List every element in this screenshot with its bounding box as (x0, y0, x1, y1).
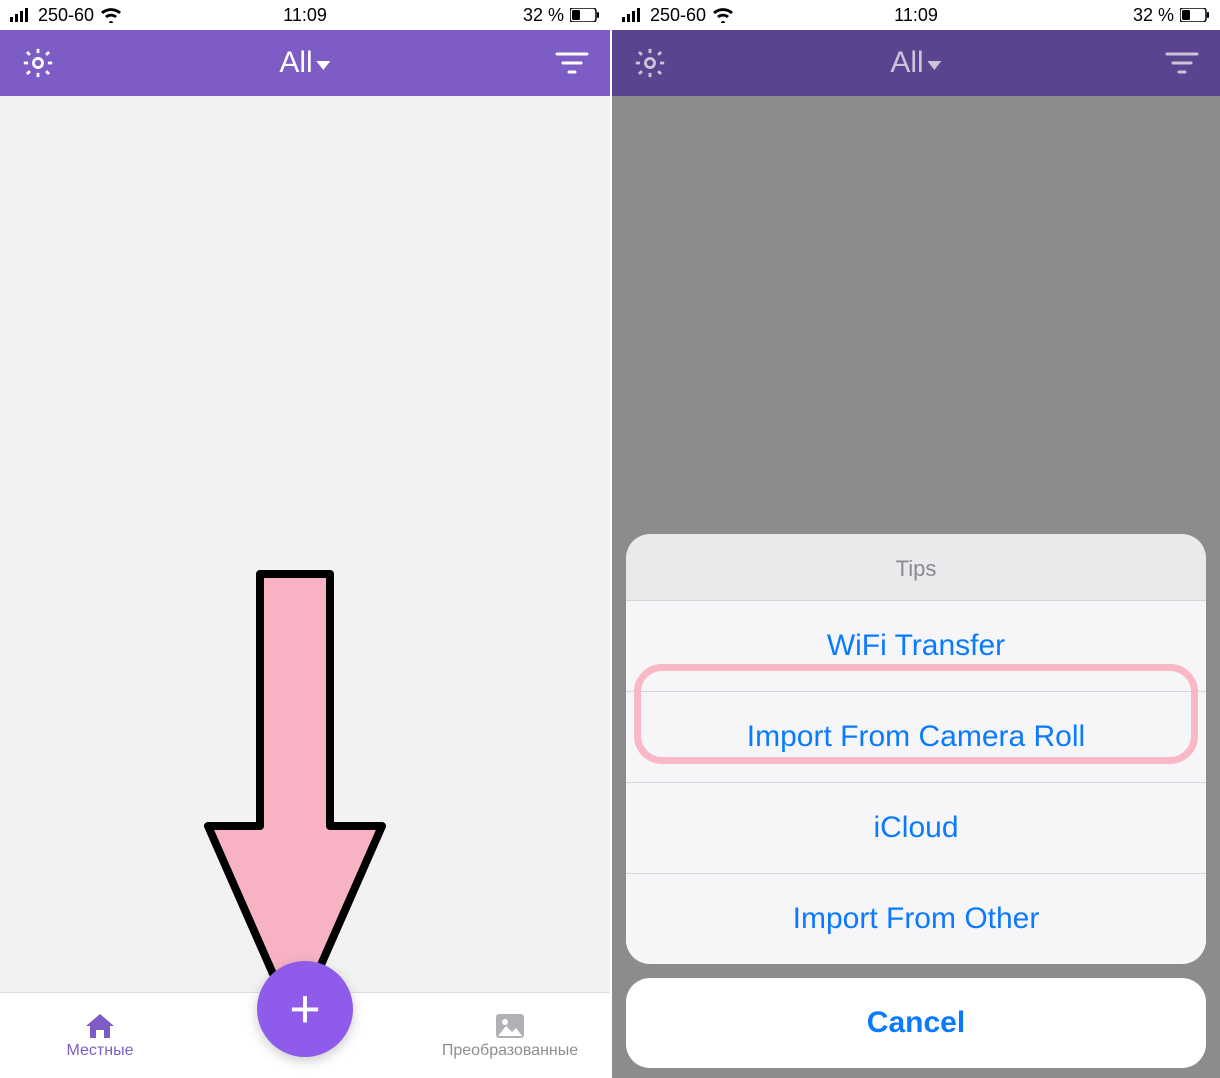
filter-button[interactable] (1162, 43, 1202, 83)
nav-bar: All (612, 30, 1220, 96)
battery-icon (1180, 8, 1210, 22)
tab-local[interactable]: Местные (30, 1012, 170, 1060)
carrier-label: 250-60 (650, 5, 706, 26)
content-empty (0, 96, 610, 992)
nav-title-label: All (279, 46, 312, 80)
settings-button[interactable] (630, 43, 670, 83)
status-left: 250-60 (10, 5, 122, 26)
sheet-item-import-camera-roll[interactable]: Import From Camera Roll (626, 691, 1206, 782)
plus-icon: + (289, 982, 321, 1036)
screen-left: 250-60 11:09 32 % All (0, 0, 610, 1078)
sheet-title: Tips (626, 534, 1206, 600)
action-sheet: Tips WiFi Transfer Import From Camera Ro… (626, 534, 1206, 1068)
nav-title-dropdown[interactable]: All (890, 46, 941, 80)
image-icon (494, 1012, 526, 1040)
tab-converted-label: Преобразованные (442, 1042, 578, 1060)
home-icon (84, 1012, 116, 1040)
status-bar: 250-60 11:09 32 % (0, 0, 610, 30)
carrier-label: 250-60 (38, 5, 94, 26)
filter-button[interactable] (552, 43, 592, 83)
wifi-icon (100, 7, 122, 23)
chevron-down-icon (317, 61, 331, 70)
sheet-item-import-other[interactable]: Import From Other (626, 873, 1206, 964)
tab-bar: Местные + Преобразованные (0, 992, 610, 1078)
add-button[interactable]: + (257, 961, 353, 1057)
tab-local-label: Местные (67, 1042, 134, 1060)
status-right: 32 % (523, 5, 600, 26)
battery-icon (570, 8, 600, 22)
clock: 11:09 (894, 5, 938, 26)
sheet-item-icloud[interactable]: iCloud (626, 782, 1206, 873)
signal-icon (622, 8, 644, 22)
settings-button[interactable] (18, 43, 58, 83)
status-right: 32 % (1133, 5, 1210, 26)
status-left: 250-60 (622, 5, 734, 26)
tab-converted[interactable]: Преобразованные (440, 1012, 580, 1060)
nav-bar: All (0, 30, 610, 96)
battery-label: 32 % (523, 5, 564, 26)
screen-right: 250-60 11:09 32 % All Tips (610, 0, 1220, 1078)
content-empty: Tips WiFi Transfer Import From Camera Ro… (612, 96, 1220, 1078)
sheet-group: Tips WiFi Transfer Import From Camera Ro… (626, 534, 1206, 964)
nav-title-dropdown[interactable]: All (279, 46, 330, 80)
chevron-down-icon (928, 61, 942, 70)
signal-icon (10, 8, 32, 22)
clock: 11:09 (283, 5, 327, 26)
nav-title-label: All (890, 46, 923, 80)
sheet-cancel-button[interactable]: Cancel (626, 978, 1206, 1068)
status-bar: 250-60 11:09 32 % (612, 0, 1220, 30)
wifi-icon (712, 7, 734, 23)
sheet-item-wifi-transfer[interactable]: WiFi Transfer (626, 600, 1206, 691)
battery-label: 32 % (1133, 5, 1174, 26)
